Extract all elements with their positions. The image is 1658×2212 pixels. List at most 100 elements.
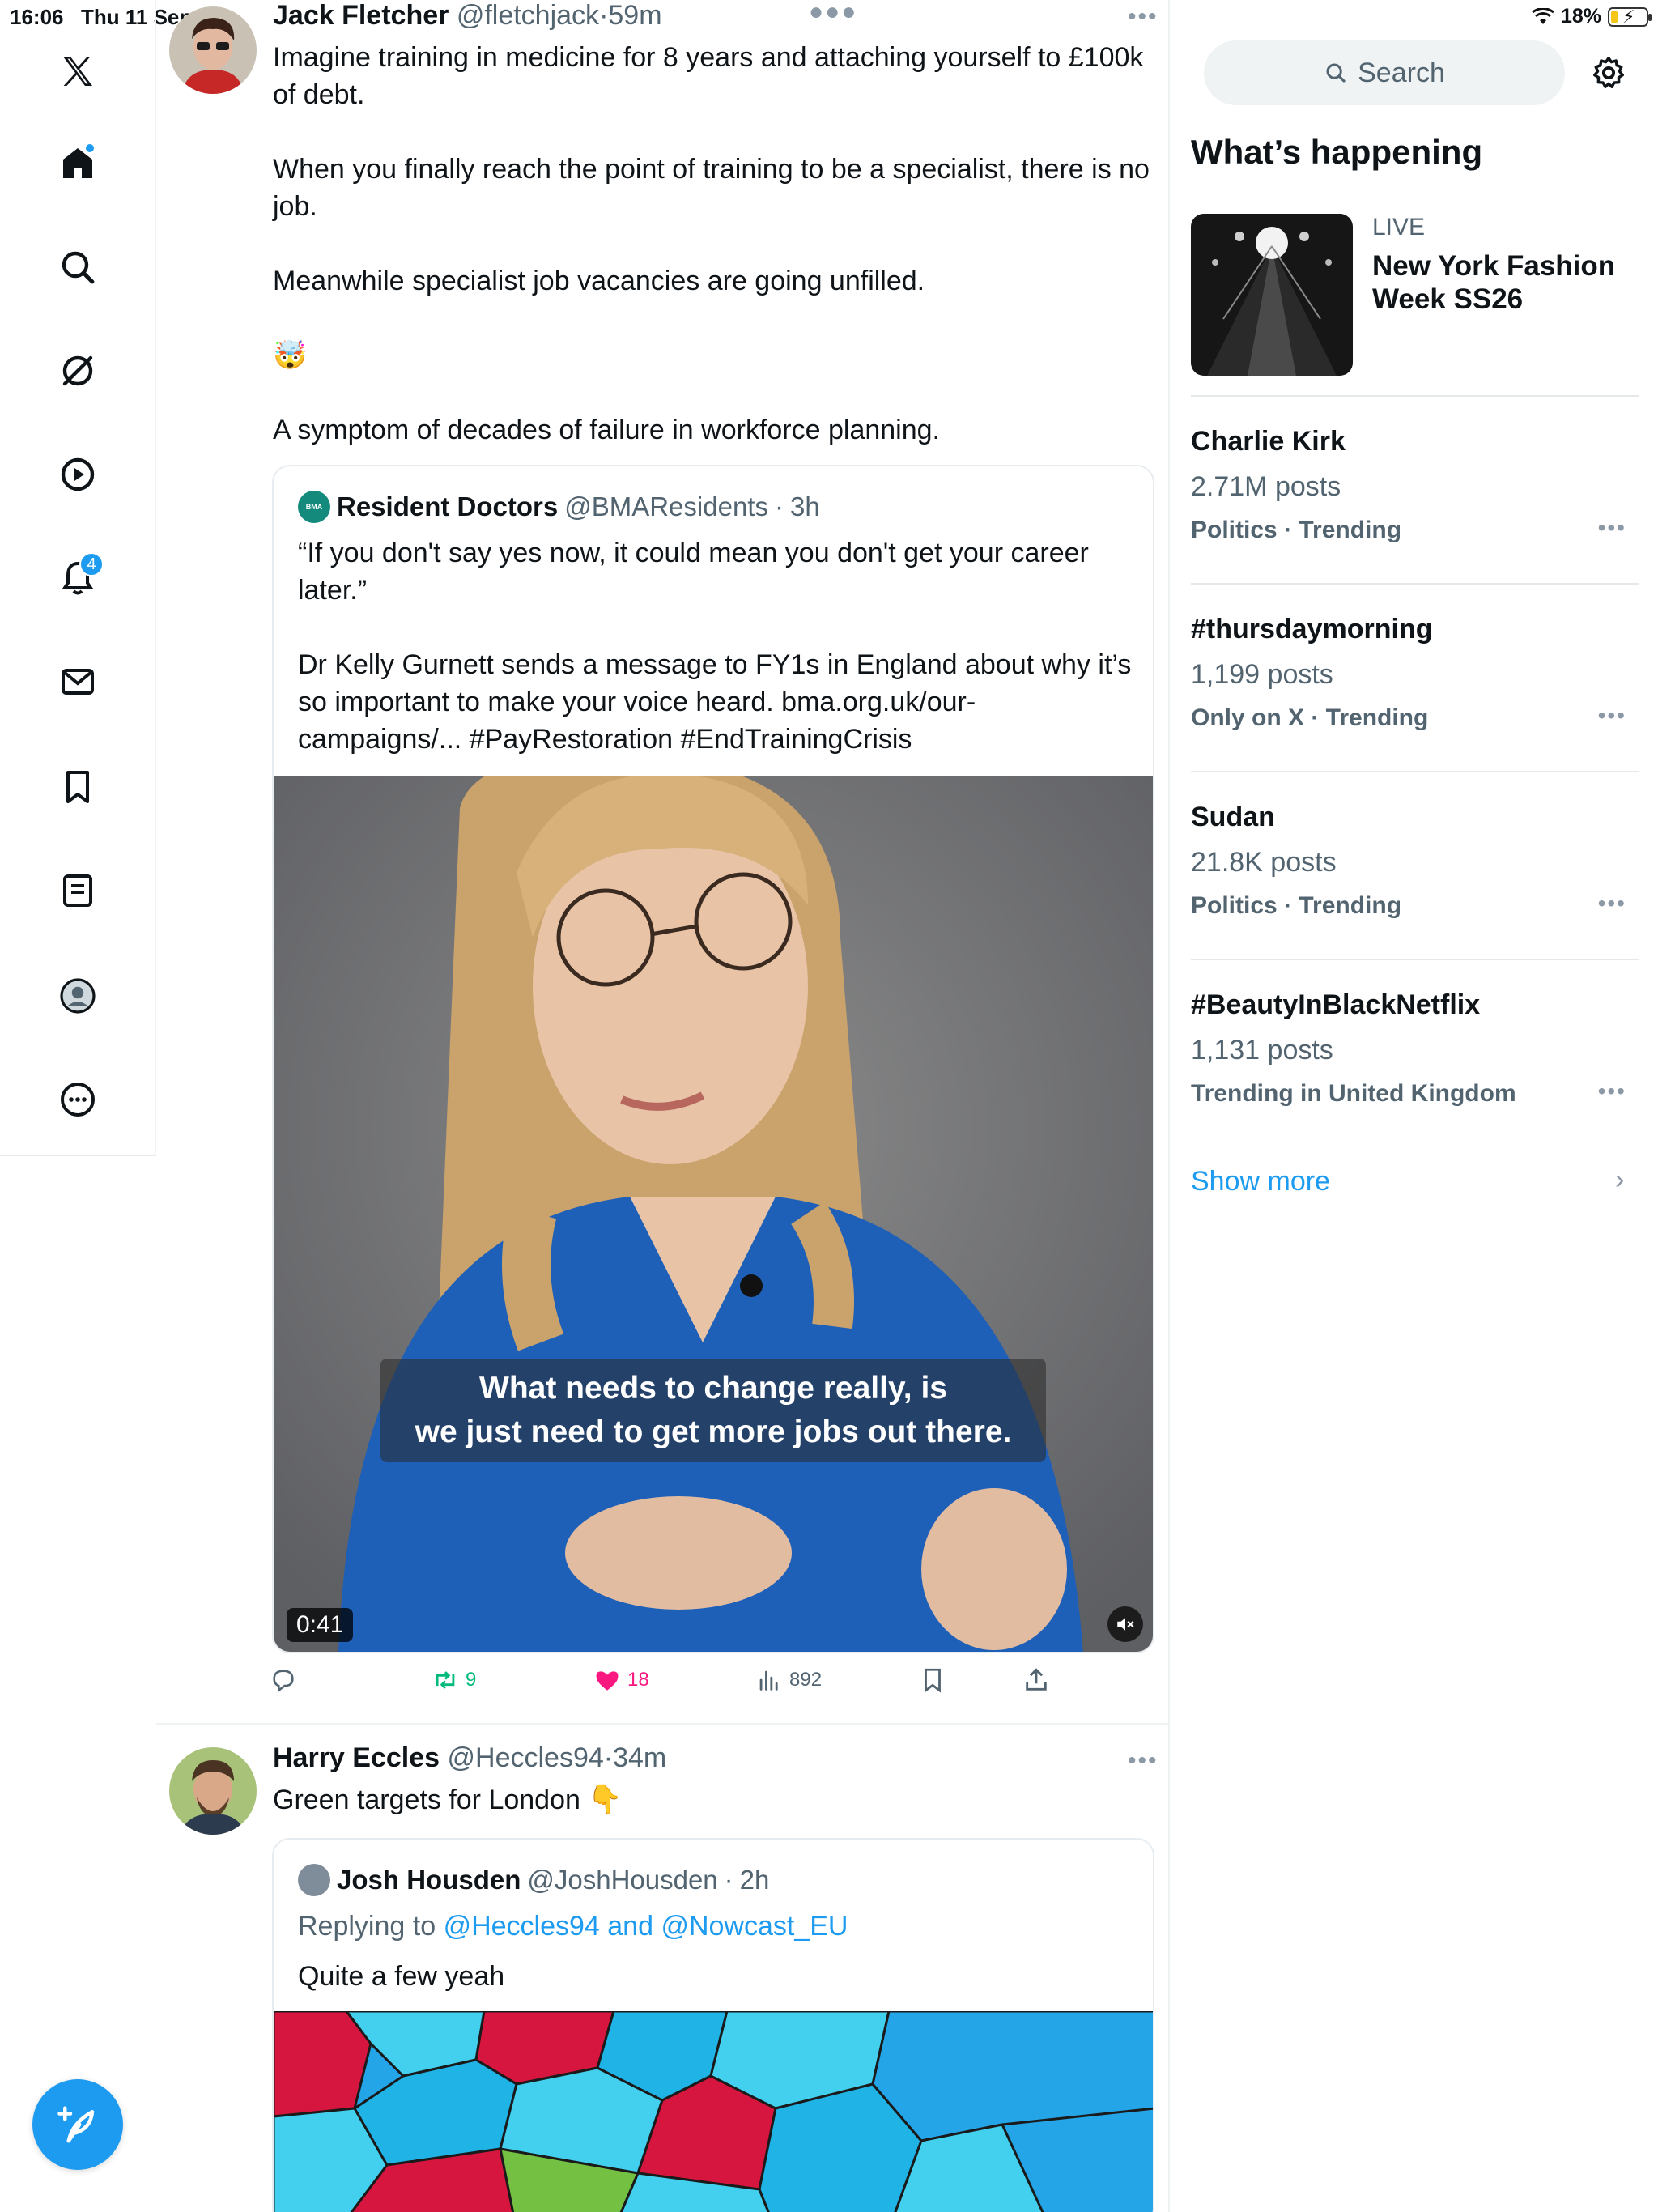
replying-to: Replying to @Heccles94 and @Nowcast_EU (298, 1911, 848, 1942)
tweet-divider (156, 1723, 1168, 1725)
bookmark-button[interactable] (919, 1666, 946, 1694)
bookmark-icon (925, 1668, 941, 1693)
search-icon (1326, 63, 1346, 83)
section-title: What’s happening (1191, 133, 1483, 171)
trend-category: Politics · Trending (1191, 892, 1402, 919)
gear-icon (1593, 57, 1624, 88)
trend-post-count: 21.8K posts (1191, 847, 1337, 878)
trend-name: Charlie Kirk (1191, 426, 1346, 457)
trend-item[interactable]: Sudan 21.8K posts Politics · Trending ••… (1191, 771, 1639, 959)
quoted-avatar (298, 1864, 330, 1896)
quoted-author-handle: @BMAResidents (564, 491, 768, 521)
bma-logo-icon: BMA (298, 491, 330, 523)
avatar[interactable] (169, 1747, 257, 1835)
quoted-tweet-time: 3h (789, 491, 820, 521)
x-logo-icon[interactable] (45, 39, 110, 104)
tweet-time[interactable]: 34m (613, 1742, 666, 1773)
video-caption: What needs to change really, is we just … (380, 1359, 1046, 1462)
repost-button[interactable]: 9 (432, 1666, 476, 1694)
explore-icon[interactable] (45, 235, 110, 300)
trend-category: Only on X · Trending (1191, 704, 1429, 731)
mute-button[interactable] (1107, 1606, 1143, 1642)
emoji: 🤯 (273, 340, 308, 371)
live-label: LIVE (1372, 214, 1426, 240)
trend-more-icon[interactable]: ••• (1598, 1078, 1626, 1104)
author-handle[interactable]: @fletchjack (457, 0, 599, 31)
muted-speaker-icon (1117, 1618, 1134, 1631)
video-frame (274, 776, 1153, 1652)
like-count: 18 (627, 1669, 649, 1691)
author-name[interactable]: Harry Eccles (273, 1742, 440, 1773)
bookmarks-icon[interactable] (45, 755, 110, 819)
video-duration: 0:41 (287, 1608, 354, 1642)
chevron-right-icon: › (1615, 1164, 1625, 1195)
trend-category: Trending in United Kingdom (1191, 1080, 1516, 1107)
avatar[interactable] (169, 6, 257, 94)
replying-to-handles[interactable]: @Heccles94 and @Nowcast_EU (444, 1911, 848, 1942)
reply-button[interactable] (270, 1666, 297, 1694)
trend-name: #thursdaymorning (1191, 614, 1433, 644)
home-notification-dot (84, 143, 96, 154)
like-button[interactable]: 18 (593, 1666, 649, 1694)
live-event-thumbnail (1191, 214, 1353, 376)
quoted-author-handle: @JoshHousden (527, 1865, 718, 1895)
right-sidebar: Search What’s happening LIVE New York Fa… (1171, 0, 1658, 2212)
search-input[interactable]: Search (1204, 40, 1565, 105)
more-options-icon[interactable]: ••• (1128, 3, 1158, 31)
live-event-card[interactable]: LIVE New York Fashion Week SS26 (1191, 214, 1628, 376)
author-handle[interactable]: @Heccles94 (448, 1742, 604, 1773)
show-more-link[interactable]: Show more (1191, 1166, 1330, 1197)
trend-more-icon[interactable]: ••• (1598, 515, 1626, 541)
quoted-tweet[interactable]: BMA Resident Doctors @BMAResidents · 3h “I… (272, 465, 1154, 1653)
lists-icon[interactable] (45, 858, 110, 923)
profile-icon[interactable] (45, 963, 110, 1028)
tweet-text: Imagine training in medicine for 8 years… (273, 39, 1155, 449)
quoted-tweet-time: 2h (739, 1865, 770, 1895)
heart-icon (596, 1671, 619, 1691)
notifications-icon[interactable]: 4 (45, 546, 110, 610)
repost-icon (436, 1671, 455, 1689)
notifications-badge: 4 (79, 552, 104, 576)
video-icon[interactable] (45, 442, 110, 507)
more-icon[interactable] (45, 1067, 110, 1132)
trend-more-icon[interactable]: ••• (1598, 891, 1626, 917)
trend-name: #BeautyInBlackNetflix (1191, 989, 1481, 1020)
trend-item[interactable]: #BeautyInBlackNetflix 1,131 posts Trendi… (1191, 959, 1639, 1146)
live-event-title: New York Fashion Week SS26 (1372, 250, 1616, 315)
more-options-icon[interactable]: ••• (1128, 1747, 1158, 1775)
quoted-tweet-text: Quite a few yeah (298, 1961, 505, 1992)
grok-icon[interactable] (45, 338, 110, 403)
trend-item[interactable]: Charlie Kirk 2.71M posts Politics · Tren… (1191, 395, 1639, 583)
messages-icon[interactable] (45, 649, 110, 714)
share-icon (1026, 1668, 1047, 1691)
compose-post-button[interactable] (32, 2079, 123, 2170)
trend-more-icon[interactable]: ••• (1598, 703, 1626, 729)
share-button[interactable] (1022, 1666, 1050, 1694)
pointing-down-emoji: 👇 (588, 1784, 623, 1815)
search-placeholder: Search (1358, 57, 1445, 88)
timeline: Jack Fletcher @fletchjack·59m ••• ●●● Im… (156, 0, 1170, 2212)
repost-count: 9 (466, 1669, 477, 1691)
map-image[interactable] (274, 2011, 1153, 2212)
left-nav: 4 (0, 0, 156, 1156)
trend-item[interactable]: #thursdaymorning 1,199 posts Only on X ·… (1191, 583, 1639, 771)
quoted-tweet-text: “If you don't say yes now, it could mean… (298, 538, 1132, 755)
settings-button[interactable] (1586, 50, 1631, 96)
tweet-time[interactable]: 59m (608, 0, 661, 31)
trend-post-count: 2.71M posts (1191, 471, 1341, 502)
trend-post-count: 1,131 posts (1191, 1035, 1333, 1066)
views-button[interactable]: 892 (755, 1666, 822, 1694)
tweet-actions: 9 18 892 (270, 1666, 1168, 1707)
quoted-author-name: Josh Housden (337, 1865, 521, 1895)
trend-post-count: 1,199 posts (1191, 659, 1333, 690)
video-player[interactable]: What needs to change really, is we just … (274, 776, 1153, 1652)
home-icon[interactable] (45, 131, 110, 196)
drag-handle-icon[interactable]: ●●● (809, 0, 857, 26)
views-icon (759, 1670, 778, 1691)
trend-name: Sudan (1191, 802, 1275, 832)
reply-icon (273, 1670, 294, 1693)
author-name[interactable]: Jack Fletcher (273, 0, 449, 31)
quoted-tweet[interactable]: Josh Housden @JoshHousden · 2h Replying to… (272, 1838, 1154, 2212)
feather-plus-icon (57, 2106, 95, 2143)
tweet-text: Green targets for London 👇 (273, 1784, 623, 1815)
